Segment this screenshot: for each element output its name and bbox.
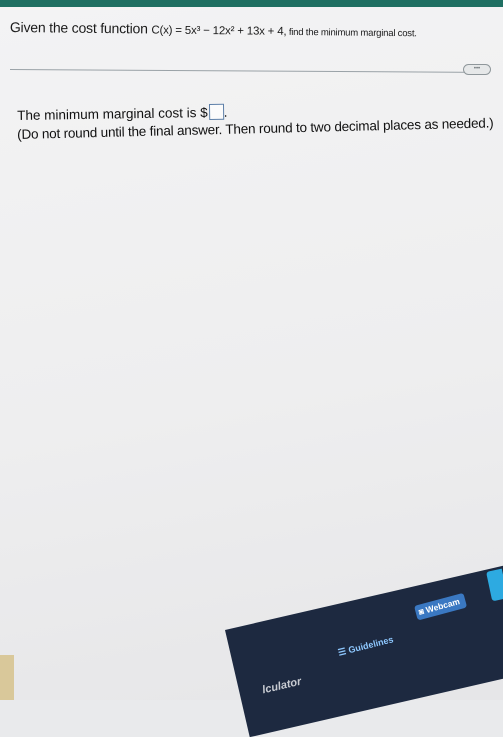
section-divider (9, 69, 478, 73)
question-tail: find the minimum marginal cost. (286, 26, 417, 40)
answer-line: The minimum marginal cost is $. (17, 103, 228, 123)
answer-prefix: The minimum marginal cost is $ (17, 105, 208, 123)
top-strip (0, 0, 503, 7)
left-edge (0, 655, 14, 700)
cost-function: C(x) = 5x³ − 12x² + 13x + 4, (151, 24, 287, 38)
answer-suffix: . (223, 104, 228, 120)
more-options-button[interactable]: ••• (463, 64, 491, 75)
answer-input[interactable] (208, 103, 224, 120)
question-prefix: Given the cost function (9, 19, 152, 37)
question-text: Given the cost function C(x) = 5x³ − 12x… (10, 19, 417, 39)
